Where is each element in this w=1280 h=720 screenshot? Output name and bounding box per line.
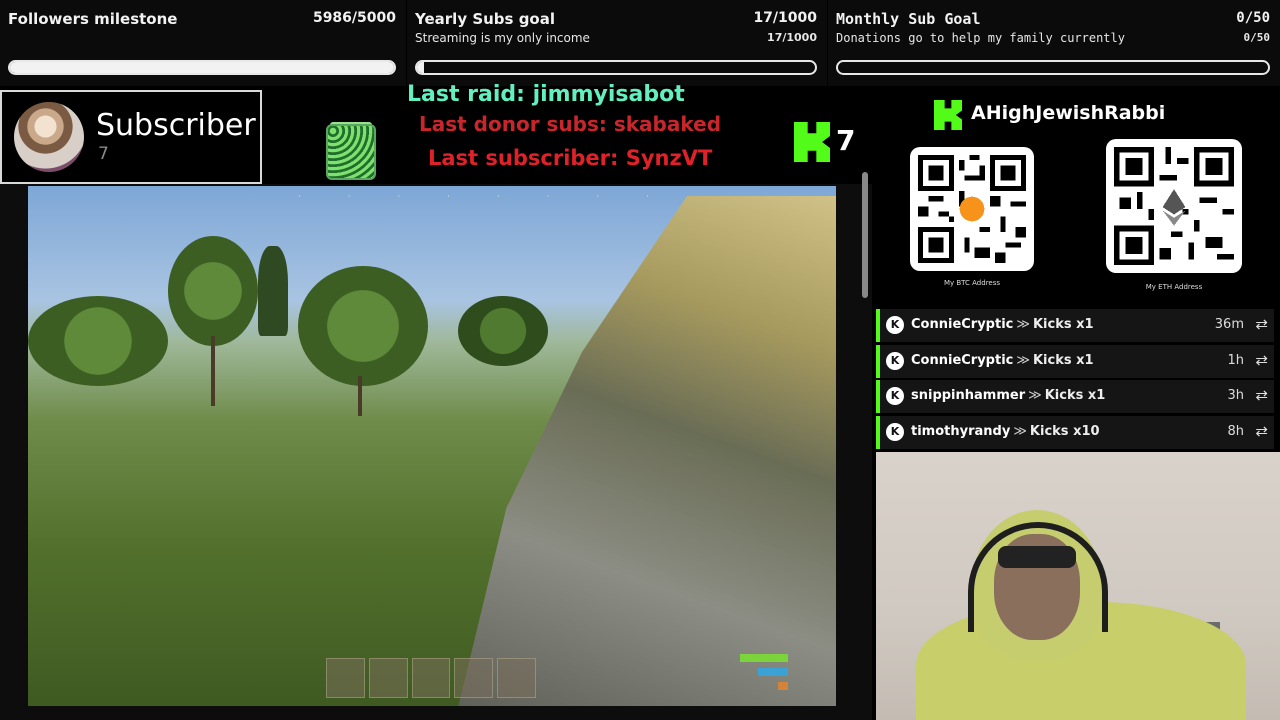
replay-icon[interactable]: ⇄ <box>1255 315 1268 333</box>
goal-sub-count: 0/50 <box>1243 31 1271 44</box>
goal-progress-bar <box>8 60 396 75</box>
followers-milestone-goal: Followers milestone 5986/5000 <box>0 0 406 86</box>
btc-caption: My BTC Address <box>943 279 1001 287</box>
kick-user: snippinhammer <box>911 388 1026 403</box>
webcam-feed <box>876 452 1280 720</box>
kick-time: 1h <box>1227 352 1244 368</box>
kick-amount: Kicks x1 <box>1032 352 1094 368</box>
last-subscriber-text: Last subscriber: SynzVT <box>428 146 713 170</box>
replay-icon[interactable]: ⇄ <box>1255 351 1268 369</box>
subscriber-label: Subscriber <box>96 108 256 143</box>
monthly-sub-goal: Monthly Sub Goal 0/50 Donations go to he… <box>828 0 1280 86</box>
yearly-subs-goal: Yearly Subs goal 17/1000 Streaming is my… <box>407 0 827 86</box>
replay-icon[interactable]: ⇄ <box>1255 422 1268 440</box>
kick-row: K timothyrandy ≫ Kicks x10 8h ⇄ <box>876 415 1274 449</box>
last-donor-subs-text: Last donor subs: skabaked <box>419 112 722 136</box>
subscriber-count: 7 <box>98 144 109 164</box>
goal-progress-fill <box>10 62 394 73</box>
last-raid-text: Last raid: jimmyisabot <box>407 82 685 107</box>
goal-count: 5986/5000 <box>312 10 396 26</box>
kick-time: 36m <box>1214 317 1244 332</box>
kick-icon: K <box>886 422 904 441</box>
goal-title: Yearly Subs goal <box>415 10 555 28</box>
btc-qr-code <box>910 147 1034 271</box>
goal-title: Monthly Sub Goal <box>836 10 981 28</box>
subscriber-avatar <box>14 102 84 172</box>
kick-amount: Kicks x1 <box>1032 317 1094 332</box>
health-bar <box>740 654 788 662</box>
replay-icon[interactable]: ⇄ <box>1255 386 1268 404</box>
goal-progress-bar <box>415 60 817 75</box>
kick-icon: K <box>886 387 904 405</box>
scrollbar[interactable] <box>862 172 868 298</box>
kick-user: ConnieCryptic <box>911 352 1014 368</box>
eth-caption: My ETH Address <box>1145 283 1203 291</box>
chevron-right-icon: ≫ <box>1016 352 1030 368</box>
kick-user: ConnieCryptic <box>911 317 1014 332</box>
kicks-feed: K ConnieCryptic ≫ Kicks x1 36m ⇄ K ConnieC… <box>876 309 1274 451</box>
water-bar <box>758 668 788 676</box>
kick-amount: Kicks x1 <box>1044 388 1106 403</box>
chevron-right-icon: ≫ <box>1028 388 1042 403</box>
streamer-name: AHighJewishRabbi <box>971 102 1166 124</box>
tip-jar-icon <box>326 124 376 180</box>
goal-subtitle: Streaming is my only income <box>415 31 590 45</box>
goal-title: Followers milestone <box>8 10 178 28</box>
game-viewport: · · · · · · · · <box>28 186 836 706</box>
kick-icon: K <box>886 351 904 370</box>
kick-logo-icon <box>794 122 830 162</box>
chevron-right-icon: ≫ <box>1013 423 1027 439</box>
kick-time: 8h <box>1227 423 1244 439</box>
chevron-right-icon: ≫ <box>1016 317 1030 332</box>
kick-time: 3h <box>1227 388 1244 403</box>
kick-row: K ConnieCryptic ≫ Kicks x1 36m ⇄ <box>876 309 1274 342</box>
kick-amount: Kicks x10 <box>1029 423 1100 439</box>
rock-hill <box>456 196 836 706</box>
goal-count: 0/50 <box>1236 10 1270 26</box>
kick-user: timothyrandy <box>911 423 1011 439</box>
kick-row: K ConnieCryptic ≫ Kicks x1 1h ⇄ <box>876 344 1274 378</box>
compass-hud: · · · · · · · · <box>298 192 671 202</box>
goal-sub-count: 17/1000 <box>767 31 817 44</box>
kick-counter: 7 <box>794 122 864 162</box>
goal-progress-fill <box>417 62 424 73</box>
goal-progress-bar <box>836 60 1270 75</box>
kick-row: K snippinhammer ≫ Kicks x1 3h ⇄ <box>876 380 1274 413</box>
hotbar <box>326 658 536 698</box>
goal-count: 17/1000 <box>753 10 817 26</box>
food-bar <box>778 682 788 690</box>
kick-counter-value: 7 <box>836 124 856 157</box>
kick-icon: K <box>886 316 904 334</box>
goal-subtitle: Donations go to help my family currently <box>836 31 1125 45</box>
eth-qr-code <box>1106 139 1242 273</box>
subscriber-badge: Subscriber 7 <box>0 90 262 184</box>
